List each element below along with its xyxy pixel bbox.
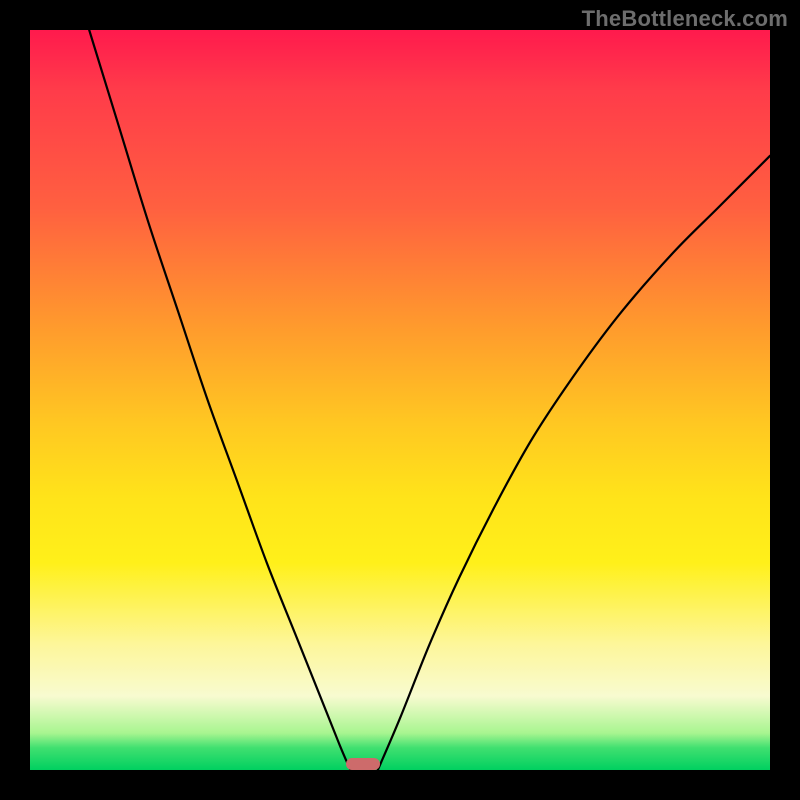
curve-right bbox=[378, 156, 770, 770]
chart-frame: TheBottleneck.com bbox=[0, 0, 800, 800]
bottleneck-marker bbox=[346, 758, 380, 770]
plot-area bbox=[30, 30, 770, 770]
curves-svg bbox=[30, 30, 770, 770]
curve-left bbox=[89, 30, 350, 770]
watermark-text: TheBottleneck.com bbox=[582, 6, 788, 32]
